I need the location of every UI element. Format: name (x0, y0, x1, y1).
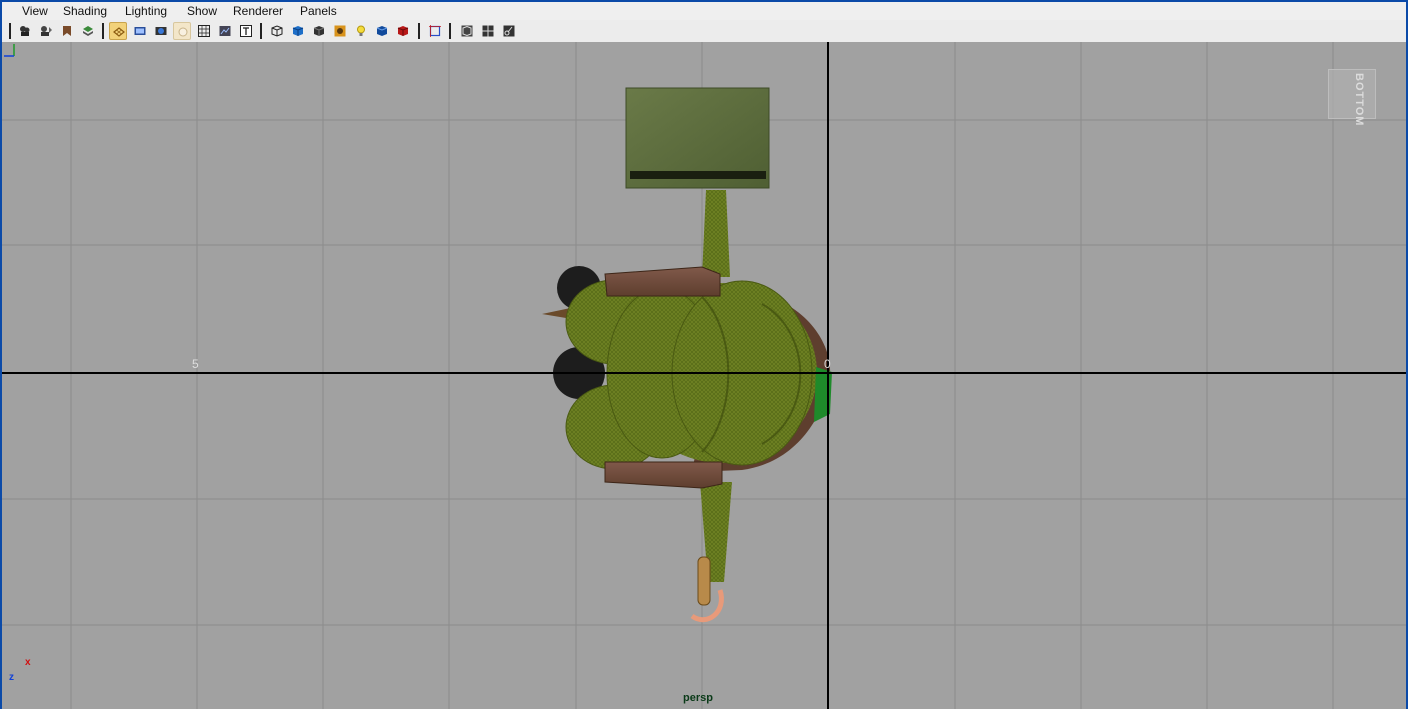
toolbar-separator (9, 23, 11, 39)
menu-renderer[interactable]: Renderer (233, 4, 283, 18)
arm-bottom (604, 461, 723, 489)
toolbar-separator (260, 23, 262, 39)
maya-viewport-panel: View Shading Lighting Show Renderer Pane… (2, 2, 1406, 709)
single-view-icon[interactable] (458, 22, 476, 40)
3d-viewport[interactable]: 5 0 BOTTOM persp x z (2, 42, 1406, 709)
view-cube-label: BOTTOM (1353, 73, 1365, 127)
wireframe-icon[interactable] (195, 22, 213, 40)
arm-top (604, 266, 721, 297)
panel-menu-bar: View Shading Lighting Show Renderer Pane… (2, 2, 1406, 21)
select-camera-icon[interactable] (16, 22, 34, 40)
four-view-icon[interactable] (479, 22, 497, 40)
menu-panels[interactable]: Panels (300, 4, 337, 18)
axis-gizmo-x-label: x (25, 657, 31, 668)
resolution-gate-icon[interactable] (152, 22, 170, 40)
menu-shading[interactable]: Shading (63, 4, 107, 18)
xray-icon[interactable] (331, 22, 349, 40)
smooth-shade-all-icon[interactable] (310, 22, 328, 40)
shadows-icon[interactable] (352, 22, 370, 40)
strap-top (702, 190, 730, 277)
bookmark-icon[interactable] (58, 22, 76, 40)
menu-lighting[interactable]: Lighting (125, 4, 167, 18)
toolbar-separator (449, 23, 451, 39)
texture-icon[interactable] (237, 22, 255, 40)
film-gate-icon[interactable] (131, 22, 149, 40)
character-model[interactable] (565, 279, 832, 472)
toolbar-separator (102, 23, 104, 39)
grid-label-left: 5 (192, 357, 199, 371)
toolbar-separator (418, 23, 420, 39)
menu-view[interactable]: View (22, 4, 48, 18)
isolate-select-icon[interactable] (426, 22, 444, 40)
view-cube[interactable]: BOTTOM (1328, 69, 1376, 126)
crate-model[interactable] (625, 87, 770, 189)
viewport-scene (2, 42, 1406, 709)
panel-toolbar (2, 20, 1406, 43)
grid-label-origin: 0 (824, 357, 831, 371)
wireframe-on-shaded-icon[interactable] (289, 22, 307, 40)
outliner-layout-icon[interactable] (500, 22, 518, 40)
gate-mask-icon[interactable] (173, 22, 191, 40)
high-quality-icon[interactable] (394, 22, 412, 40)
axis-gizmo-icon (4, 44, 15, 57)
grid-icon[interactable] (109, 22, 127, 40)
menu-show[interactable]: Show (187, 4, 217, 18)
image-plane-icon[interactable] (79, 22, 97, 40)
use-default-material-icon[interactable] (268, 22, 286, 40)
camera-attributes-icon[interactable] (37, 22, 55, 40)
all-lights-icon[interactable] (373, 22, 391, 40)
smooth-shade-icon[interactable] (216, 22, 234, 40)
camera-name-label: persp (683, 692, 713, 704)
axis-gizmo-z-label: z (9, 672, 14, 683)
